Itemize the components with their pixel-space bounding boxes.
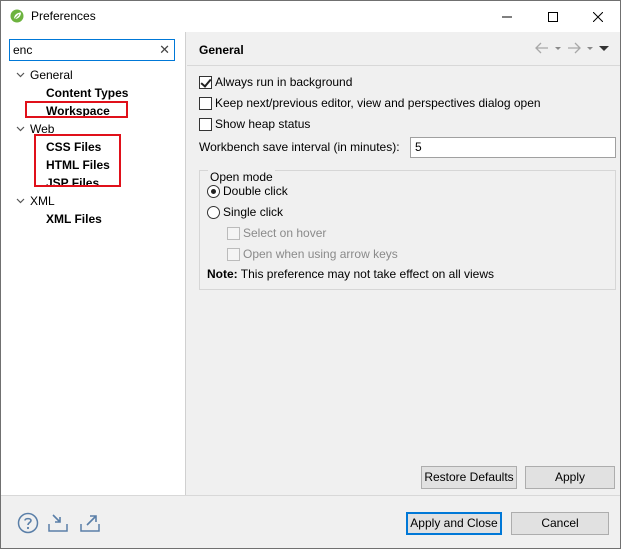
import-icon[interactable]	[47, 512, 69, 534]
preferences-tree-pane: ✕ General Content Types Workspace Web CS…	[1, 32, 186, 495]
dialog-footer: Apply and Close Cancel	[1, 495, 620, 548]
chevron-down-icon[interactable]	[15, 120, 27, 138]
chevron-down-icon[interactable]	[586, 41, 594, 55]
preference-page: General Always run in background Keep ne…	[187, 32, 620, 495]
title-bar: Preferences	[1, 1, 620, 32]
tree-item-label: General	[30, 68, 73, 82]
spring-leaf-icon	[10, 9, 24, 23]
show-heap-checkbox[interactable]	[199, 118, 212, 131]
restore-defaults-button[interactable]: Restore Defaults	[421, 466, 517, 489]
cancel-button[interactable]: Cancel	[511, 512, 609, 535]
page-nav	[534, 41, 610, 55]
checkbox-label: Open when using arrow keys	[243, 247, 398, 261]
minimize-button[interactable]	[484, 1, 530, 32]
note-text: This preference may not take effect on a…	[237, 267, 495, 281]
highlight-box-web-files	[34, 134, 121, 187]
minimize-icon	[502, 16, 512, 17]
checkbox-label: Show heap status	[215, 117, 311, 131]
export-icon[interactable]	[79, 512, 101, 534]
close-icon	[593, 11, 603, 22]
tree-item-label: Content Types	[46, 86, 129, 100]
chevron-down-icon[interactable]	[15, 66, 27, 84]
note-prefix: Note:	[207, 267, 238, 281]
always-run-background-checkbox[interactable]	[199, 76, 212, 89]
tree-item-content-types[interactable]: Content Types	[46, 84, 128, 102]
radio-label: Double click	[223, 184, 288, 198]
filter-input[interactable]	[13, 42, 153, 58]
tree-item-label: XML	[30, 194, 55, 208]
back-arrow-icon[interactable]	[534, 41, 550, 55]
single-click-radio[interactable]	[207, 206, 220, 219]
help-icon[interactable]	[17, 512, 39, 534]
clear-icon[interactable]: ✕	[159, 42, 170, 58]
radio-label: Single click	[223, 205, 284, 219]
save-interval-input[interactable]: 5	[410, 137, 616, 158]
keep-next-prev-checkbox[interactable]	[199, 97, 212, 110]
open-mode-group: Open mode Double click Single click Sele…	[199, 170, 616, 290]
filter-box: ✕	[9, 39, 175, 61]
close-button[interactable]	[575, 1, 621, 32]
maximize-icon	[548, 11, 558, 22]
tree-item-xml-files[interactable]: XML Files	[46, 210, 102, 228]
preferences-window: Preferences ✕ General Content Types	[0, 0, 621, 549]
chevron-down-icon[interactable]	[15, 192, 27, 210]
preference-note: Note: This preference may not take effec…	[207, 267, 494, 281]
menu-triangle-icon[interactable]	[598, 41, 610, 55]
highlight-box-workspace	[25, 101, 128, 118]
page-title: General	[199, 43, 244, 57]
checkbox-label: Keep next/previous editor, view and pers…	[215, 96, 541, 110]
select-on-hover-checkbox[interactable]	[227, 227, 240, 240]
apply-and-close-button[interactable]: Apply and Close	[406, 512, 502, 535]
tree-item-label: XML Files	[46, 212, 102, 226]
checkbox-label: Select on hover	[243, 226, 327, 240]
page-header: General	[187, 32, 620, 66]
apply-button[interactable]: Apply	[525, 466, 615, 489]
save-interval-label: Workbench save interval (in minutes):	[199, 140, 400, 154]
window-title: Preferences	[31, 9, 96, 23]
open-arrow-keys-checkbox[interactable]	[227, 248, 240, 261]
double-click-radio[interactable]	[207, 185, 220, 198]
maximize-button[interactable]	[530, 1, 576, 32]
checkbox-label: Always run in background	[215, 75, 353, 89]
forward-arrow-icon[interactable]	[566, 41, 582, 55]
chevron-down-icon[interactable]	[554, 41, 562, 55]
